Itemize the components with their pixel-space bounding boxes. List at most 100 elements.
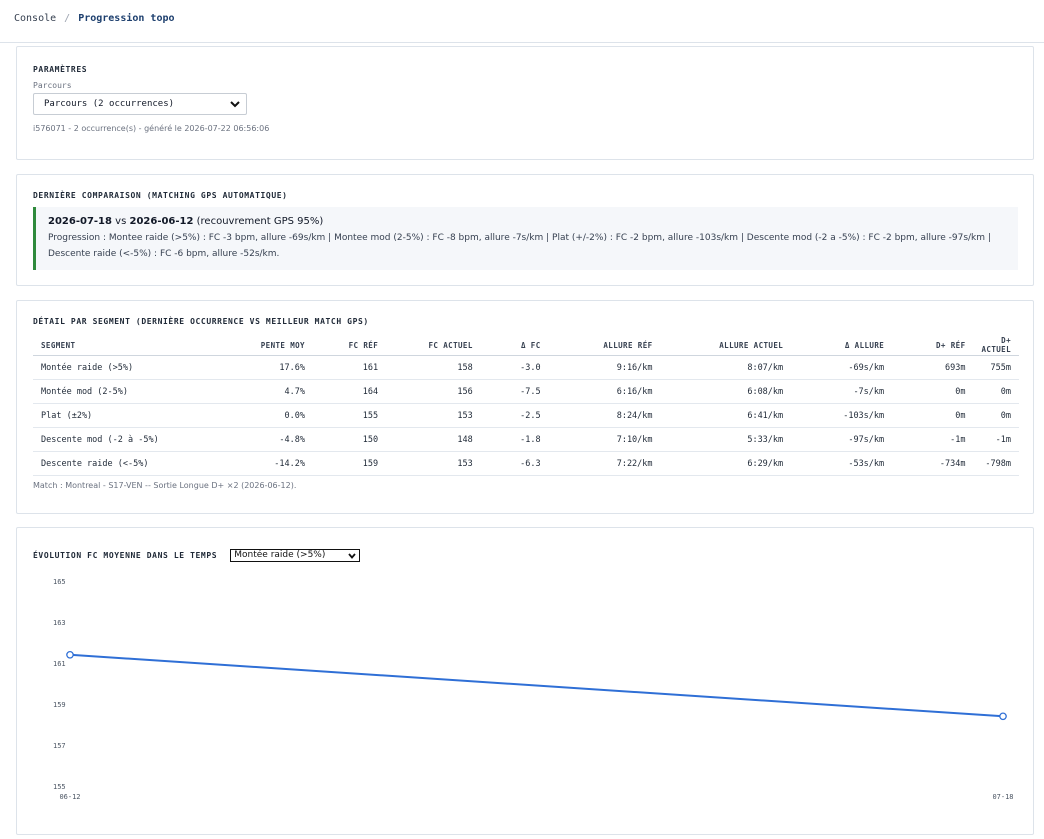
- col-delta-allure: Δ ALLURE: [791, 335, 893, 356]
- cell-dplus-ref: -734m: [892, 451, 974, 476]
- y-tick-label: 159: [53, 701, 66, 709]
- parcours-select-value: Parcours (2 occurrences): [44, 99, 175, 109]
- fc-evolution-card: 165 163 161 159 157 155 06-12 07-18 ÉVOLUTION F…: [16, 527, 1034, 835]
- fc-data-point[interactable]: [999, 712, 1007, 721]
- cell-allure-actuel: 8:07/km: [660, 355, 792, 380]
- cell-allure-actuel: 6:41/km: [660, 403, 792, 428]
- comparison-overlap: (recouvrement GPS 95%): [196, 216, 324, 227]
- col-allure-ref: ALLURE RÉF: [548, 335, 661, 356]
- comparison-header: 2026-07-18 vs 2026-06-12 (recouvrement G…: [48, 215, 1006, 229]
- segment-select-value: Montée raide (>5%): [234, 550, 326, 560]
- fc-series-line: [69, 653, 1004, 718]
- segment-select[interactable]: Montée raide (>5%): [230, 549, 361, 564]
- cell-allure-ref: 6:16/km: [548, 379, 661, 404]
- col-segment: SEGMENT: [33, 335, 211, 356]
- cell-dplus-ref: -1m: [892, 427, 974, 452]
- fc-evolution-chart: 165 163 161 159 157 155 06-12 07-18: [53, 578, 1014, 801]
- breadcrumb: Console / Progression topo: [14, 13, 175, 24]
- y-tick-label: 155: [53, 783, 66, 791]
- cell-pente: -4.8%: [210, 427, 313, 452]
- cell-fc-ref: 155: [312, 403, 387, 428]
- comparison-title: DERNIÈRE COMPARAISON (MATCHING GPS AUTOM…: [33, 191, 288, 200]
- table-row: Descente raide (<-5%) -14.2% 159 153 -6.…: [33, 451, 1019, 476]
- fc-data-point[interactable]: [66, 650, 74, 659]
- cell-dplus-actuel: 0m: [973, 379, 1019, 404]
- table-row: Plat (±2%) 0.0% 155 153 -2.5 8:24/km 6:4…: [33, 403, 1019, 428]
- cell-segment: Montée mod (2-5%): [33, 379, 211, 404]
- cell-pente: -14.2%: [210, 451, 313, 476]
- table-row: Montée mod (2-5%) 4.7% 164 156 -7.5 6:16…: [33, 379, 1019, 404]
- params-card: PARAMÈTRES Parcours Parcours (2 occurren…: [16, 46, 1034, 160]
- cell-delta-allure: -103s/km: [791, 403, 893, 428]
- chevron-down-icon: [347, 551, 357, 564]
- cell-dplus-actuel: -798m: [973, 451, 1019, 476]
- cell-fc-ref: 161: [312, 355, 387, 380]
- params-title: PARAMÈTRES: [33, 65, 88, 74]
- comparison-details: Progression : Montee raide (>5%) : FC -3…: [48, 230, 1006, 262]
- cell-allure-ref: 8:24/km: [548, 403, 661, 428]
- x-tick-label: 07-18: [992, 793, 1013, 801]
- col-dplus-actuel: D+ ACTUEL: [973, 335, 1019, 356]
- y-tick-label: 157: [53, 742, 66, 750]
- y-tick-label: 163: [53, 619, 66, 627]
- y-tick-label: 161: [53, 660, 66, 668]
- segment-table: SEGMENT PENTE MOY FC RÉF FC ACTUEL Δ FC …: [33, 335, 1019, 476]
- comparison-date-ref: 2026-06-12: [129, 216, 194, 227]
- generation-meta: i576071 - 2 occurrence(s) - généré le 20…: [33, 124, 270, 133]
- breadcrumb-separator: /: [64, 13, 71, 24]
- table-row: Montée raide (>5%) 17.6% 161 158 -3.0 9:…: [33, 355, 1019, 380]
- cell-pente: 17.6%: [210, 355, 313, 380]
- cell-segment: Montée raide (>5%): [33, 355, 211, 380]
- cell-allure-actuel: 6:29/km: [660, 451, 792, 476]
- cell-allure-actuel: 6:08/km: [660, 379, 792, 404]
- cell-dplus-ref: 693m: [892, 355, 974, 380]
- cell-fc-actuel: 153: [386, 451, 481, 476]
- cell-fc-actuel: 156: [386, 379, 481, 404]
- cell-pente: 0.0%: [210, 403, 313, 428]
- cell-delta-allure: -7s/km: [791, 379, 893, 404]
- segment-detail-title: DÉTAIL PAR SEGMENT (DERNIÈRE OCCURRENCE …: [33, 317, 369, 326]
- cell-fc-ref: 159: [312, 451, 387, 476]
- cell-segment: Plat (±2%): [33, 403, 211, 428]
- cell-allure-ref: 7:22/km: [548, 451, 661, 476]
- col-delta-fc: Δ FC: [480, 335, 549, 356]
- comparison-summary: 2026-07-18 vs 2026-06-12 (recouvrement G…: [33, 207, 1018, 270]
- cell-fc-actuel: 148: [386, 427, 481, 452]
- x-tick-label: 06-12: [59, 793, 80, 801]
- table-row: Descente mod (-2 à -5%) -4.8% 150 148 -1…: [33, 427, 1019, 452]
- parcours-label: Parcours: [33, 81, 72, 90]
- chart-header: ÉVOLUTION FC MOYENNE DANS LE TEMPS Monté…: [33, 545, 361, 564]
- comparison-date-latest: 2026-07-18: [48, 216, 112, 227]
- cell-fc-actuel: 153: [386, 403, 481, 428]
- cell-delta-fc: -7.5: [480, 379, 549, 404]
- cell-delta-fc: -6.3: [480, 451, 549, 476]
- cell-dplus-actuel: -1m: [973, 427, 1019, 452]
- cell-dplus-actuel: 0m: [973, 403, 1019, 428]
- cell-delta-allure: -97s/km: [791, 427, 893, 452]
- cell-dplus-actuel: 755m: [973, 355, 1019, 380]
- parcours-select[interactable]: Parcours (2 occurrences): [33, 93, 247, 115]
- comparison-line-2: Descente raide (<-5%) : FC -6 bpm, allur…: [48, 249, 280, 259]
- cell-fc-actuel: 158: [386, 355, 481, 380]
- comparison-card: DERNIÈRE COMPARAISON (MATCHING GPS AUTOM…: [16, 174, 1034, 286]
- cell-delta-allure: -53s/km: [791, 451, 893, 476]
- segment-detail-card: DÉTAIL PAR SEGMENT (DERNIÈRE OCCURRENCE …: [16, 300, 1034, 514]
- breadcrumb-console-link[interactable]: Console: [14, 13, 56, 24]
- cell-delta-fc: -1.8: [480, 427, 549, 452]
- comparison-line-1: Progression : Montee raide (>5%) : FC -3…: [48, 233, 991, 243]
- cell-allure-actuel: 5:33/km: [660, 427, 792, 452]
- col-pente: PENTE MOY: [210, 335, 313, 356]
- cell-fc-ref: 164: [312, 379, 387, 404]
- comparison-vs: vs: [115, 216, 127, 227]
- col-dplus-ref: D+ RÉF: [892, 335, 974, 356]
- cell-delta-fc: -3.0: [480, 355, 549, 380]
- cell-delta-fc: -2.5: [480, 403, 549, 428]
- cell-allure-ref: 9:16/km: [548, 355, 661, 380]
- chevron-down-icon: [228, 97, 242, 114]
- breadcrumb-current: Progression topo: [78, 13, 175, 24]
- cell-pente: 4.7%: [210, 379, 313, 404]
- col-allure-actuel: ALLURE ACTUEL: [660, 335, 792, 356]
- cell-segment: Descente raide (<-5%): [33, 451, 211, 476]
- cell-fc-ref: 150: [312, 427, 387, 452]
- cell-allure-ref: 7:10/km: [548, 427, 661, 452]
